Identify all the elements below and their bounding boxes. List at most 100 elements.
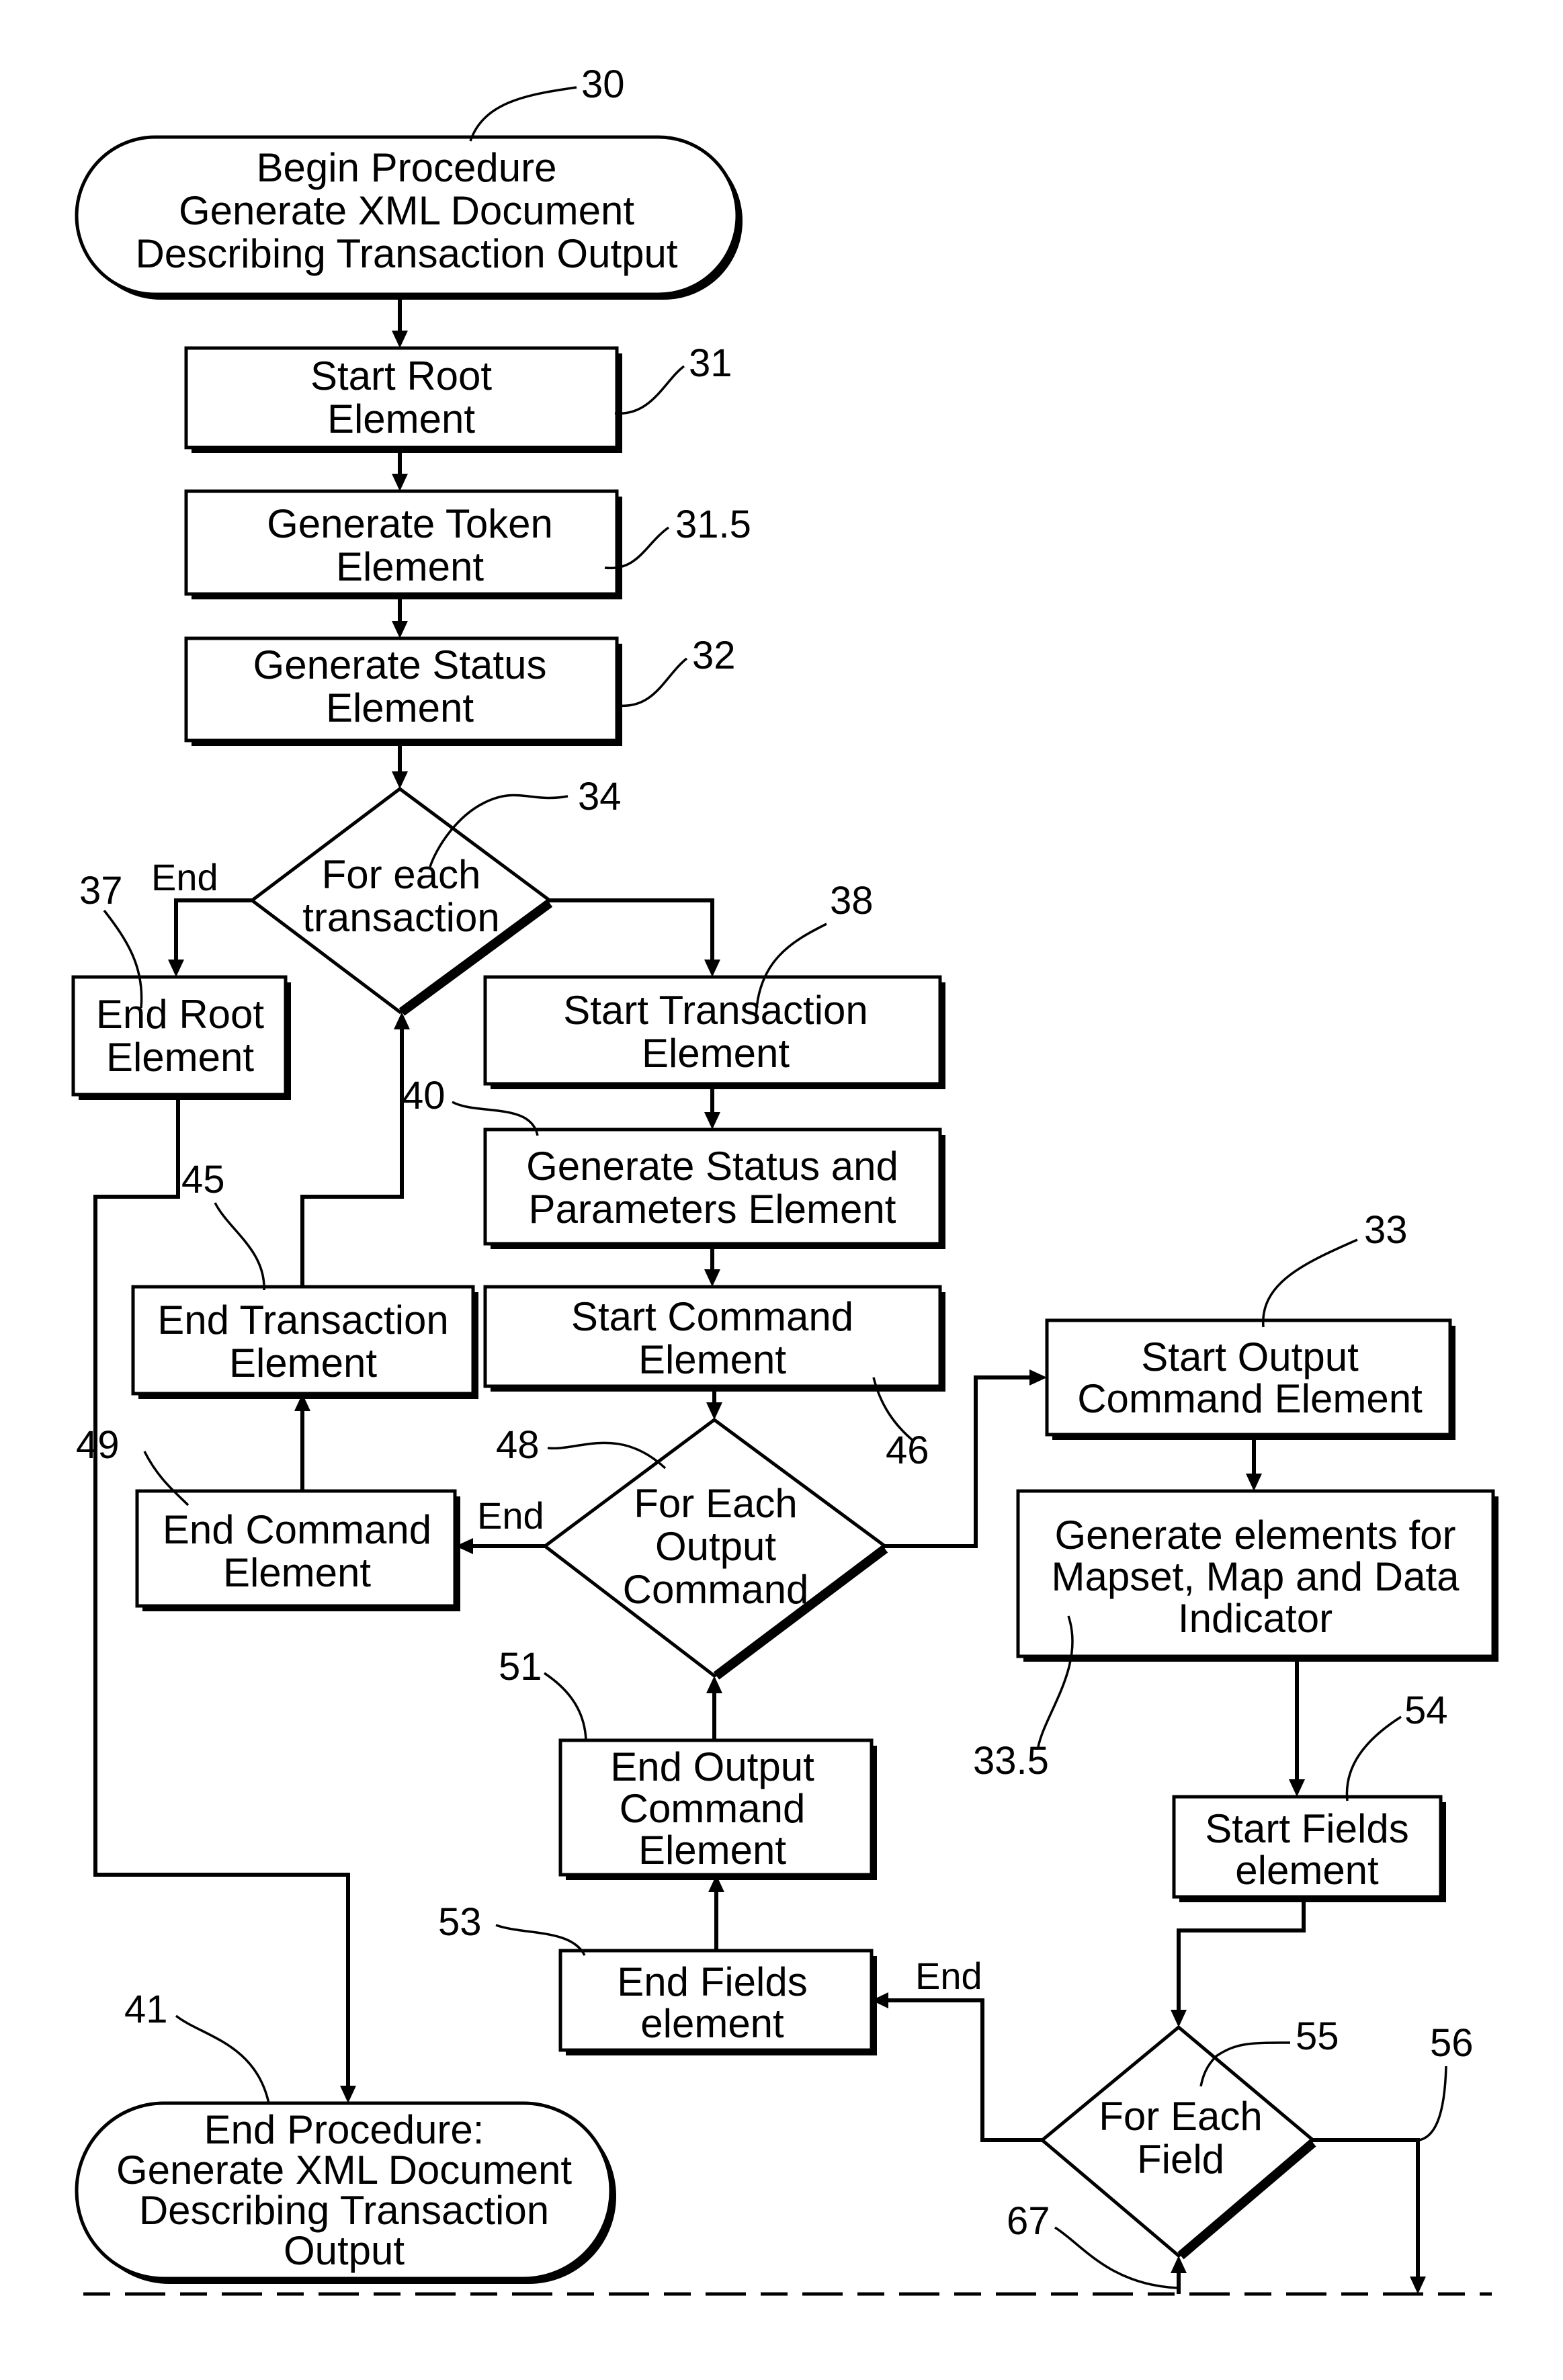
ref-45: 45 bbox=[181, 1158, 225, 1201]
edge-field-loop-end-to-end-fields bbox=[886, 1998, 1042, 2142]
ref-41: 41 bbox=[124, 1988, 168, 2031]
arrowhead-down-icon bbox=[392, 771, 408, 789]
svg-text:End OutputCommandElement: End Output Command Element bbox=[610, 1744, 814, 1873]
node-line: Element bbox=[336, 544, 484, 589]
node-line: Element bbox=[223, 1550, 371, 1595]
node-line: Start Transaction bbox=[563, 988, 868, 1033]
node-gen-token: Generate Token Element bbox=[184, 489, 622, 599]
arrowhead-down-icon bbox=[340, 2086, 356, 2103]
ref-53: 53 bbox=[438, 1900, 482, 1944]
node-line: Generate Status bbox=[253, 642, 547, 687]
arrowhead-down-icon bbox=[392, 331, 408, 348]
ref-67: 67 bbox=[1007, 2199, 1050, 2243]
ref-31-5: 31.5 bbox=[675, 503, 751, 546]
node-line: Describing Transaction Output bbox=[135, 231, 677, 276]
node-line: Start Output bbox=[1141, 1334, 1359, 1379]
ref-55: 55 bbox=[1296, 2014, 1339, 2058]
node-line: transaction bbox=[302, 895, 500, 940]
node-line: End Output bbox=[610, 1744, 814, 1789]
node-line: Command bbox=[623, 1567, 809, 1612]
node-gen-status-params: Generate Status and Parameters Element bbox=[483, 1128, 945, 1249]
ref-40: 40 bbox=[402, 1074, 446, 1117]
node-generate-elements: Generate elements for Mapset, Map and Dat… bbox=[1016, 1489, 1498, 1662]
edge-field-loop-out-56 bbox=[1313, 2138, 1420, 2283]
node-line: For Each bbox=[1099, 2094, 1262, 2139]
ref-33: 33 bbox=[1364, 1208, 1408, 1252]
node-line: Element bbox=[642, 1031, 790, 1076]
node-line: Command Element bbox=[1077, 1376, 1423, 1421]
ref-30: 30 bbox=[581, 62, 625, 106]
arrowhead-down-icon bbox=[1289, 1779, 1305, 1797]
node-line: Start Fields bbox=[1205, 1806, 1408, 1851]
arrowhead-down-icon bbox=[706, 1402, 722, 1420]
node-line: End Fields bbox=[617, 1959, 807, 2004]
arrowhead-down-icon bbox=[392, 621, 408, 638]
arrowhead-up-icon bbox=[394, 1012, 410, 1029]
node-line: End Root bbox=[96, 992, 264, 1037]
node-line: Element bbox=[106, 1035, 254, 1080]
arrowhead-down-icon bbox=[392, 474, 408, 491]
branch-label-out-cmd-end: End bbox=[477, 1494, 544, 1537]
branch-label-field-end: End bbox=[915, 1955, 982, 1997]
arrowhead-down-icon bbox=[1171, 2010, 1187, 2027]
node-line: Generate XML Document bbox=[116, 2148, 572, 2193]
node-line: End Transaction bbox=[157, 1298, 449, 1343]
node-start-output-command: Start Output Command Element bbox=[1045, 1318, 1455, 1440]
ref-34: 34 bbox=[578, 775, 622, 818]
node-end-transaction: End Transaction Element bbox=[131, 1285, 478, 1399]
arrowhead-down-icon bbox=[168, 960, 184, 977]
node-line: Generate XML Document bbox=[179, 188, 634, 233]
node-start-root: Start Root Element bbox=[184, 346, 622, 453]
ref-48: 48 bbox=[496, 1423, 540, 1467]
svg-text:Generate Status andParameters: Generate Status and Parameters Element bbox=[526, 1144, 898, 1232]
node-line: End Procedure: bbox=[204, 2107, 484, 2152]
node-end-root: End Root Element bbox=[71, 975, 291, 1100]
node-for-each-field: For Each Field bbox=[1040, 2025, 1316, 2260]
svg-text:End RootElement: End Root Element bbox=[96, 992, 264, 1080]
node-line: Element bbox=[638, 1337, 786, 1382]
node-line: Output bbox=[655, 1524, 776, 1569]
node-line: element bbox=[640, 2001, 784, 2046]
node-line: Start Command bbox=[571, 1294, 853, 1339]
edge-start-fields-to-field-loop bbox=[1177, 1901, 1306, 2016]
arrowhead-down-icon bbox=[704, 1112, 720, 1130]
ref-56: 56 bbox=[1430, 2021, 1474, 2065]
node-line: Generate Token bbox=[267, 501, 553, 546]
node-line: Element bbox=[229, 1341, 377, 1386]
svg-text:End Fieldselement: End Fields element bbox=[617, 1959, 807, 2046]
svg-text:Start RootElement: Start Root Element bbox=[310, 353, 492, 441]
node-line: Begin Procedure bbox=[257, 145, 557, 190]
node-line: For each bbox=[322, 852, 481, 897]
node-end-command: End Command Element bbox=[135, 1489, 460, 1611]
ref-32: 32 bbox=[692, 634, 736, 677]
ref-37: 37 bbox=[79, 869, 123, 912]
edge-txn-loop-to-start-txn bbox=[550, 898, 714, 966]
node-line: Indicator bbox=[1178, 1596, 1333, 1641]
node-line: Element bbox=[638, 1828, 786, 1873]
node-line: Start Root bbox=[310, 353, 492, 398]
ref-38: 38 bbox=[830, 879, 874, 923]
node-start-command: Start Command Element bbox=[483, 1285, 945, 1392]
node-line: For Each bbox=[634, 1481, 797, 1526]
arrowhead-down-icon bbox=[704, 1269, 720, 1287]
node-start-transaction: Start Transaction Element bbox=[483, 975, 945, 1089]
node-line: Element bbox=[327, 396, 475, 441]
arrowhead-down-icon bbox=[704, 960, 720, 977]
node-line: Command bbox=[620, 1786, 806, 1831]
ref-54: 54 bbox=[1404, 1689, 1448, 1732]
node-line: Parameters Element bbox=[529, 1187, 896, 1232]
node-line: Field bbox=[1137, 2137, 1224, 2182]
arrowhead-down-icon bbox=[1246, 1474, 1262, 1491]
flowchart: Begin Procedure Generate XML Document Desc… bbox=[71, 62, 1498, 2296]
node-for-each-output-command: For Each Output Command bbox=[542, 1417, 888, 1680]
node-end-output-command: End Output Command Element bbox=[558, 1738, 877, 1880]
ref-51: 51 bbox=[499, 1645, 542, 1689]
svg-text:For eachtransaction: For each transaction bbox=[302, 852, 500, 940]
node-end: End Procedure: Generate XML Document Descr… bbox=[75, 2101, 616, 2284]
node-line: Output bbox=[284, 2228, 405, 2273]
node-begin: Begin Procedure Generate XML Document Desc… bbox=[75, 135, 743, 300]
edge-end-txn-to-txn-loop bbox=[300, 1024, 404, 1287]
node-line: Element bbox=[326, 685, 474, 730]
node-gen-status: Generate Status Element bbox=[184, 636, 622, 746]
node-line: element bbox=[1235, 1848, 1379, 1893]
